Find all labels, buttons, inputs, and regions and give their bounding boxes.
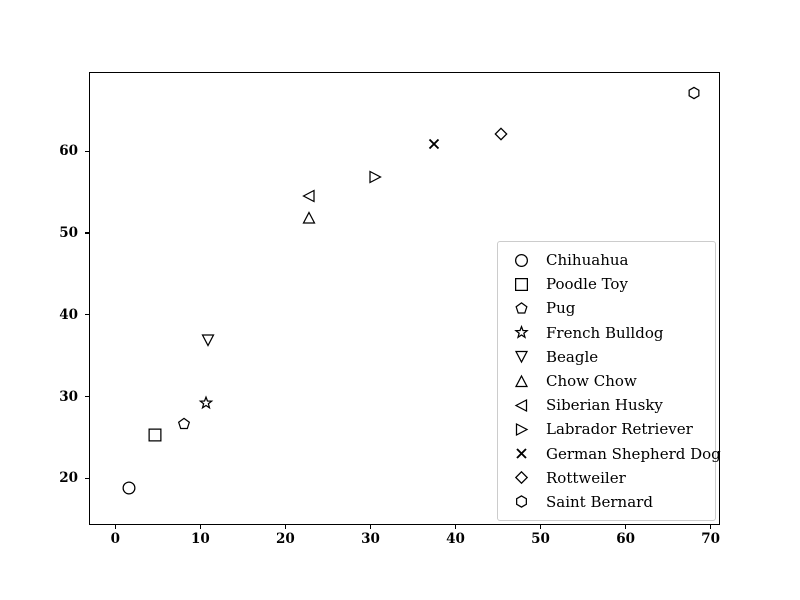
legend-entry-saint-bernard: Saint Bernard: [504, 490, 707, 514]
y-tick-label: 40: [59, 306, 78, 323]
y-tick-mark: [85, 150, 89, 152]
triangle-up-marker-icon: [504, 374, 538, 388]
legend-entry-poodle-toy: Poodle Toy: [504, 272, 707, 296]
legend-label: Beagle: [546, 347, 599, 366]
legend-label: Saint Bernard: [546, 492, 653, 511]
legend-label: German Shepherd Dog: [546, 444, 721, 463]
data-point-pug: [178, 417, 191, 430]
x-tick-mark: [710, 525, 712, 529]
y-tick-mark: [85, 314, 89, 316]
data-point-german-shepherd-dog: [428, 138, 441, 151]
star-marker-icon: [504, 324, 538, 339]
square-marker-icon: [504, 277, 538, 291]
triangle-right-marker-icon: [504, 422, 538, 436]
data-point-saint-bernard: [687, 87, 700, 100]
legend-entry-rottweiler: Rottweiler: [504, 466, 707, 490]
legend-entry-french-bulldog: French Bulldog: [504, 321, 707, 345]
legend-label: Poodle Toy: [546, 275, 628, 294]
data-point-chow-chow: [302, 210, 316, 224]
y-tick-mark: [85, 232, 89, 234]
diamond-marker-icon: [504, 471, 538, 485]
x-tick-label: 10: [190, 531, 210, 547]
data-point-rottweiler: [494, 126, 508, 141]
legend-label: Chow Chow: [546, 372, 637, 391]
x-tick-mark: [369, 525, 372, 529]
legend-label: Labrador Retriever: [546, 420, 693, 439]
circle-marker-icon: [504, 253, 538, 267]
y-tick-label: 60: [59, 143, 78, 160]
y-tick-label: 30: [59, 388, 78, 405]
legend-entry-german-shepherd-dog: German Shepherd Dog: [504, 442, 721, 466]
legend-entry-pug: Pug: [504, 296, 707, 320]
legend-label: French Bulldog: [546, 323, 664, 342]
data-point-poodle-toy: [148, 428, 162, 442]
x-tick-mark: [539, 525, 542, 529]
y-tick-label: 20: [59, 470, 78, 487]
x-tick-label: 30: [361, 531, 380, 547]
y-tick-mark: [85, 395, 89, 398]
legend-entry-labrador-retriever: Labrador Retriever: [504, 417, 707, 441]
data-point-beagle: [201, 334, 215, 348]
legend-entry-chihuahua: Chihuahua: [504, 248, 707, 272]
x-tick-label: 50: [531, 531, 550, 547]
scatter-plot-figure: 0 10 20 30 40 50 60 70 20 30 40 50 60 Chihuahua Pood…: [0, 0, 800, 600]
data-point-siberian-husky: [301, 189, 315, 203]
y-tick-mark: [85, 477, 89, 480]
legend-box: Chihuahua Poodle Toy Pug French Bulldog Beag…: [497, 241, 721, 522]
x-tick-mark: [454, 525, 457, 529]
y-tick-label: 50: [59, 225, 78, 242]
legend-label: Pug: [546, 299, 576, 318]
data-point-chihuahua: [122, 481, 136, 495]
legend-label: Siberian Husky: [546, 396, 663, 415]
x-tick-mark: [624, 525, 627, 529]
legend-entry-beagle: Beagle: [504, 345, 707, 369]
triangle-left-marker-icon: [504, 398, 538, 412]
pentagon-marker-icon: [504, 302, 538, 315]
x-marker-icon: [504, 447, 538, 460]
x-tick-mark: [199, 525, 202, 529]
legend-entry-chow-chow: Chow Chow: [504, 369, 707, 393]
x-tick-label: 20: [276, 531, 295, 547]
legend-entry-siberian-husky: Siberian Husky: [504, 393, 707, 417]
x-tick-label: 40: [446, 531, 465, 547]
x-tick-mark: [284, 525, 287, 529]
hexagon-marker-icon: [504, 495, 538, 509]
x-tick-label: 0: [110, 531, 121, 547]
x-tick-mark: [114, 525, 116, 529]
triangle-down-marker-icon: [504, 350, 538, 364]
legend-label: Rottweiler: [546, 468, 626, 487]
x-tick-label: 70: [701, 531, 721, 547]
data-point-labrador-retriever: [368, 170, 382, 184]
legend-label: Chihuahua: [546, 251, 629, 270]
data-point-french-bulldog: [198, 394, 213, 409]
x-tick-label: 60: [616, 531, 636, 547]
